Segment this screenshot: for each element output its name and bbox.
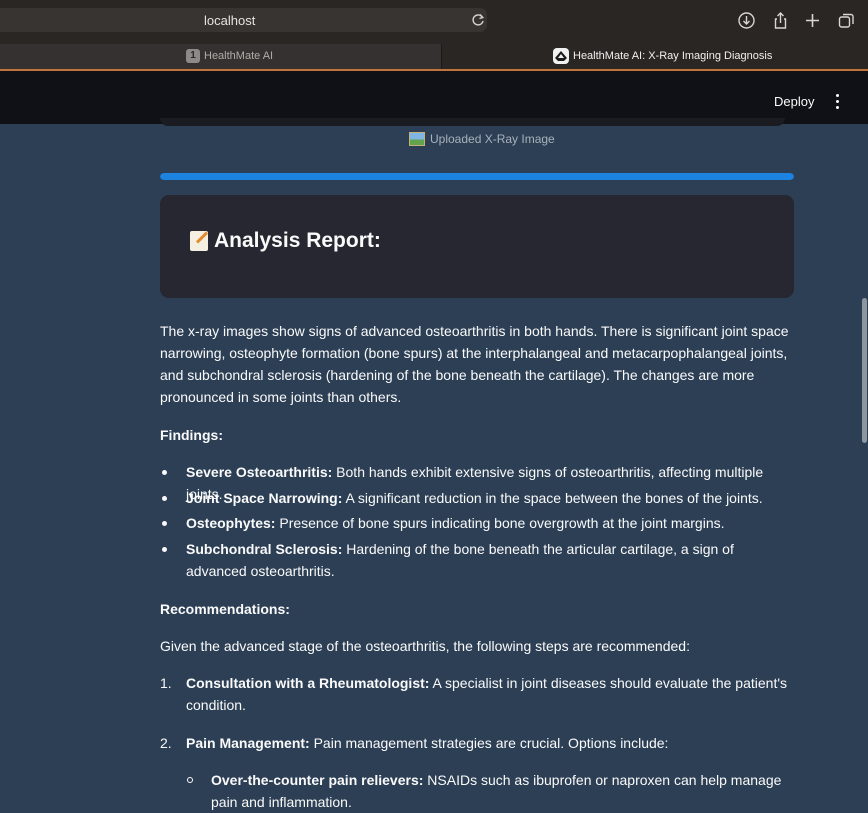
recommendation-text: Pain management strategies are crucial. … [309,735,669,751]
tab-number-badge: 1 [186,49,200,63]
tab-xray-label[interactable]: HealthMate AI: X-Ray Imaging Diagnosis [573,50,772,62]
reload-icon[interactable] [470,12,486,28]
address-text[interactable]: localhost [204,13,255,28]
progress-bar [160,173,794,180]
findings-heading: Findings: [160,427,223,443]
new-tab-icon[interactable] [803,11,822,30]
picture-icon [409,132,425,146]
recommendation-term: Pain Management: [186,735,310,751]
list-number: 2. [160,735,172,751]
finding-term: Joint Space Narrowing: [186,490,343,506]
report-intro: The x-ray images show signs of advanced … [160,323,789,405]
bullet-icon [162,470,167,475]
recommendations-heading: Recommendations: [160,601,290,617]
option-term: Over-the-counter pain relievers: [211,772,424,788]
app-header [0,71,868,124]
recommendation-term: Consultation with a Rheumatologist: [186,675,430,691]
list-number: 1. [160,675,172,691]
recommendations-intro: Given the advanced stage of the osteoart… [160,638,690,654]
circle-bullet-icon [187,777,193,783]
bullet-icon [162,496,167,501]
tab-healthmate-label[interactable]: HealthMate AI [204,50,273,62]
finding-term: Subchondral Sclerosis: [186,541,343,557]
image-caption: Uploaded X-Ray Image [409,132,555,146]
streamlit-favicon-icon [553,48,569,64]
finding-term: Severe Osteoarthritis: [186,464,333,480]
main-menu-icon[interactable] [832,94,842,110]
bullet-icon [162,521,167,526]
report-title-text: Analysis Report: [214,229,381,252]
report-title: Analysis Report: [190,229,381,253]
bullet-icon [162,547,167,552]
memo-icon [190,231,208,251]
image-caption-text: Uploaded X-Ray Image [430,132,555,146]
finding-term: Osteophytes: [186,515,276,531]
tab-overview-icon[interactable] [837,11,856,30]
deploy-button[interactable]: Deploy [774,94,814,109]
finding-text: A significant reduction in the space bet… [342,490,763,506]
finding-text: Presence of bone spurs indicating bone o… [275,515,725,531]
image-card-edge [160,118,785,126]
scrollbar[interactable] [862,298,867,443]
progress-fill [160,173,794,180]
download-icon[interactable] [737,11,756,30]
share-icon[interactable] [771,11,790,30]
